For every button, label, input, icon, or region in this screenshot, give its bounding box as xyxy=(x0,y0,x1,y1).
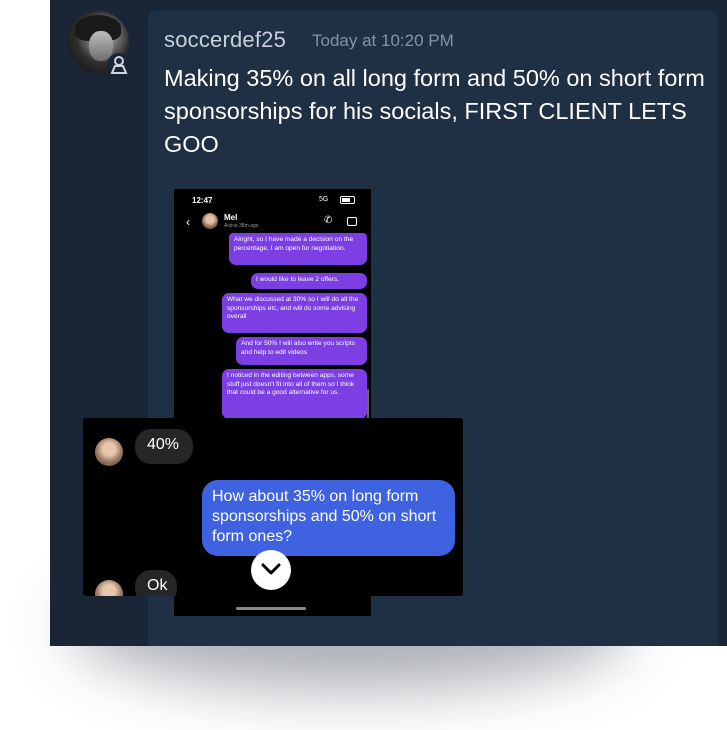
contact-name: Mel xyxy=(224,213,238,222)
message-timestamp: Today at 10:20 PM xyxy=(312,31,454,50)
scroll-indicator xyxy=(367,389,369,419)
scroll-down-button[interactable] xyxy=(251,550,291,590)
status-signal: 5G xyxy=(319,196,329,203)
contact-avatar xyxy=(95,580,123,596)
chevron-down-icon xyxy=(261,563,281,575)
contact-status: Active 38m ago xyxy=(224,223,259,229)
received-message: Ok xyxy=(135,570,177,596)
phone-icon: ✆ xyxy=(324,215,333,226)
zoomed-conversation: 40% How about 35% on long form sponsorsh… xyxy=(83,418,463,596)
message-text: Making 35% on all long form and 50% on s… xyxy=(164,65,705,157)
contact-avatar xyxy=(202,213,218,229)
user-icon xyxy=(110,56,128,74)
page: soccerdef25 Today at 10:20 PM Making 35%… xyxy=(0,0,727,730)
dm-message: Alright, so I have made a decision on th… xyxy=(229,233,367,265)
video-icon xyxy=(347,217,357,226)
status-time: 12:47 xyxy=(192,196,213,205)
chevron-left-icon: ‹ xyxy=(186,215,190,229)
user-badge xyxy=(107,53,131,77)
dm-message: And for 50% I will also write you script… xyxy=(236,337,367,365)
received-message: 40% xyxy=(135,429,193,464)
contact-avatar xyxy=(95,438,123,466)
battery-icon xyxy=(340,196,355,204)
dm-message: What we discussed at 30% so I will do al… xyxy=(222,293,367,333)
dm-message: I would like to leave 2 offers. xyxy=(251,273,367,289)
dm-message: I noticed in the editing between apps, s… xyxy=(222,369,367,419)
dm-header: ‹ Mel Active 38m ago ✆ xyxy=(174,211,371,233)
phone-status-bar: 12:47 5G xyxy=(174,189,371,211)
chat-panel: soccerdef25 Today at 10:20 PM Making 35%… xyxy=(50,0,727,646)
home-indicator xyxy=(236,607,306,610)
username[interactable]: soccerdef25 xyxy=(164,27,286,53)
sent-message: How about 35% on long form sponsorships … xyxy=(202,480,455,556)
